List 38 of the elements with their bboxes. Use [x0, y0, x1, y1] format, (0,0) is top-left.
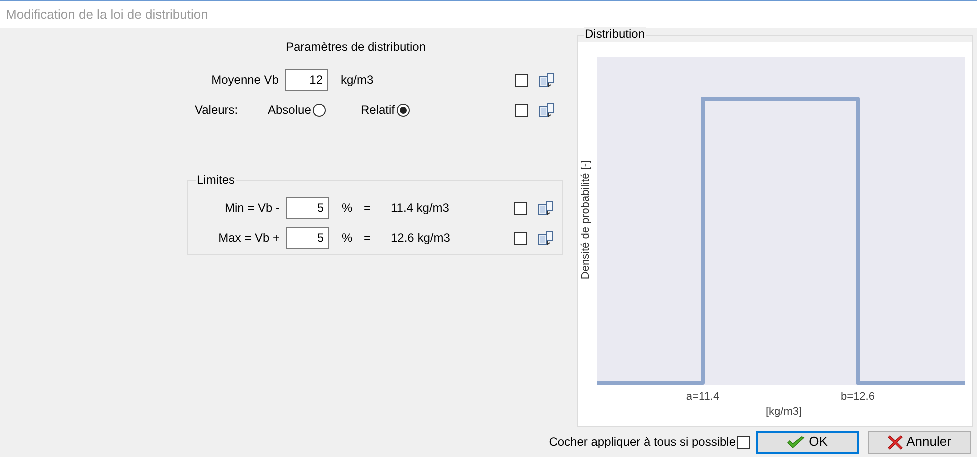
checkmark-icon	[787, 436, 806, 448]
checkbox[interactable]	[515, 74, 528, 86]
checkbox[interactable]	[515, 104, 528, 116]
result-value: 11.4 kg/m3	[391, 200, 450, 217]
number-field[interactable]: 5	[286, 227, 329, 249]
unit-label: %	[342, 230, 354, 247]
number-field[interactable]: 5	[286, 197, 329, 219]
checkbox[interactable]	[514, 202, 527, 214]
axis-label: [kg/m3]	[766, 405, 802, 420]
window-title: Modification de la loi de distribution	[6, 6, 208, 24]
field-label: Moyenne Vb	[210, 72, 280, 89]
checkbox[interactable]	[514, 232, 527, 244]
checkbox-label: Cocher appliquer à tous si possible	[549, 434, 736, 451]
group-title: Distribution	[584, 27, 646, 41]
documents-icon[interactable]	[538, 200, 553, 216]
documents-icon[interactable]	[539, 72, 554, 88]
group-title: Limites	[196, 173, 236, 187]
cancel-button[interactable]: Annuler	[868, 430, 971, 454]
section-title: Paramètres de distribution	[286, 39, 426, 56]
tick-label: b=12.6	[841, 390, 875, 405]
unit-label: kg/m3	[341, 72, 374, 89]
equals-sign: =	[364, 230, 372, 247]
ok-button[interactable]: OK	[756, 430, 859, 454]
cross-icon	[888, 434, 903, 450]
unit-label: %	[342, 200, 354, 217]
equals-sign: =	[364, 200, 372, 217]
number-field[interactable]: 12	[285, 69, 328, 91]
axis-label: Densité de probabilité [-]	[578, 160, 593, 280]
field-label: Valeurs:	[195, 102, 240, 119]
tick-label: a=11.4	[686, 390, 720, 405]
documents-icon[interactable]	[538, 230, 553, 246]
documents-icon[interactable]	[539, 102, 554, 118]
radio-option[interactable]: Absolue	[268, 101, 361, 119]
checkbox[interactable]	[737, 436, 750, 448]
result-value: 12.6 kg/m3	[391, 230, 450, 247]
radio-option[interactable]: Relatif	[361, 101, 410, 119]
field-label: Min = Vb -	[224, 200, 281, 217]
field-label: Max = Vb +	[218, 230, 281, 247]
